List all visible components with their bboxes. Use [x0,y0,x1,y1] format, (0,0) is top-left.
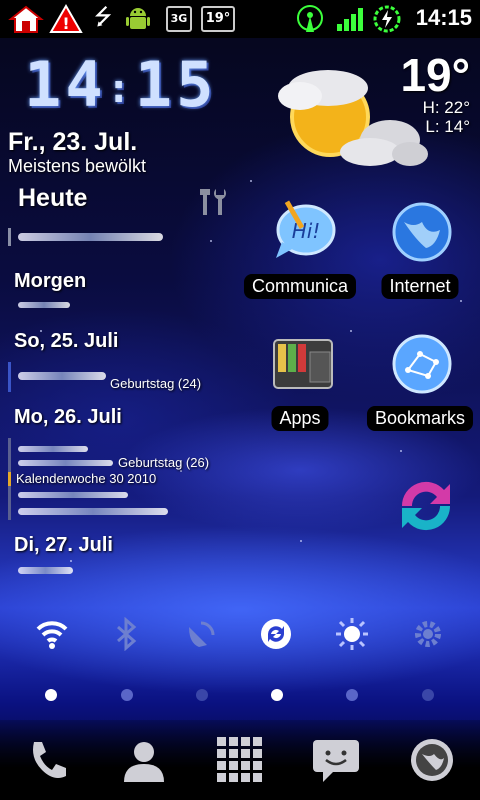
calendar-event[interactable]: Geburtstag (26) [118,455,209,470]
app-communica[interactable]: Hi! Communica [240,200,360,310]
clock-hour: 14 [24,48,107,121]
app-bookmarks[interactable]: Bookmarks [360,332,480,442]
current-temperature: 19° [400,49,470,101]
settings-gear-icon[interactable] [410,616,446,652]
weather-icon[interactable] [270,62,428,172]
clock-minute: 15 [134,48,218,121]
temp-badge: 19° [198,4,238,34]
temp-low: L: 14° [425,117,470,136]
app-drawer-icon[interactable] [214,734,266,786]
svg-text:Hi!: Hi! [292,219,321,243]
chat-bubble-icon: Hi! [270,200,336,264]
wifi-icon[interactable] [34,616,70,652]
android-icon [120,4,156,34]
svg-text:!: ! [62,14,69,33]
date-label: Fr., 23. Jul. [8,128,138,156]
calendar-event-redacted[interactable] [18,302,70,308]
phone-icon[interactable] [22,734,74,786]
calendar-day-heading: Heute [18,184,88,212]
temp-high: H: 22° [422,98,470,117]
calendar-event-redacted[interactable] [18,508,168,515]
app-label: Communica [243,274,357,299]
home-icon [6,4,46,34]
calendar-event-redacted[interactable] [18,460,113,466]
calendar-event[interactable]: Kalenderwoche 30 2010 [16,471,156,486]
usb-icon: ⭍ [93,5,113,30]
warning-icon: ! [48,4,84,34]
calendar-event-redacted[interactable] [18,372,106,380]
sync-app-icon [390,470,454,534]
calendar-event-redacted[interactable] [18,446,88,452]
wifi-tether-icon [290,4,330,34]
app-label: Internet [381,274,459,299]
gps-icon[interactable] [184,616,220,652]
calendar-day-heading: So, 25. Juli [14,330,119,352]
calendar-day-heading: Morgen [14,270,87,292]
signal-icon [334,4,368,34]
sync-icon[interactable] [258,616,294,652]
tools-icon[interactable] [196,185,228,224]
battery-charging-icon [370,4,404,34]
messaging-icon[interactable] [310,734,362,786]
app-label: Bookmarks [366,406,474,431]
weather-condition: Meistens bewölkt [8,156,147,176]
app-internet[interactable]: Internet [360,200,480,310]
contacts-icon[interactable] [118,734,170,786]
app-label: Apps [271,406,329,431]
bookmarks-icon [390,332,454,396]
clock-widget[interactable]: 14:15 [24,48,217,121]
calendar-day-heading: Di, 27. Juli [14,534,113,556]
app-sync[interactable] [360,470,480,580]
calendar-event-redacted[interactable] [18,567,73,574]
globe-icon [390,200,454,264]
calendar-day-heading: Mo, 26. Juli [14,406,122,428]
wallet-icon [270,332,334,396]
calendar-event-redacted[interactable] [18,492,128,498]
calendar-event[interactable]: Geburtstag (24) [110,376,201,391]
calendar-event-redacted[interactable] [18,233,163,241]
status-bar[interactable]: ! ⭍ 3G 19° 14:15 [0,0,480,38]
app-apps[interactable]: Apps [240,332,360,442]
status-time: 14:15 [415,5,472,30]
bluetooth-icon[interactable] [108,616,144,652]
brightness-icon[interactable] [334,616,370,652]
sim-icon: 3G [162,4,196,34]
browser-icon[interactable] [406,734,458,786]
